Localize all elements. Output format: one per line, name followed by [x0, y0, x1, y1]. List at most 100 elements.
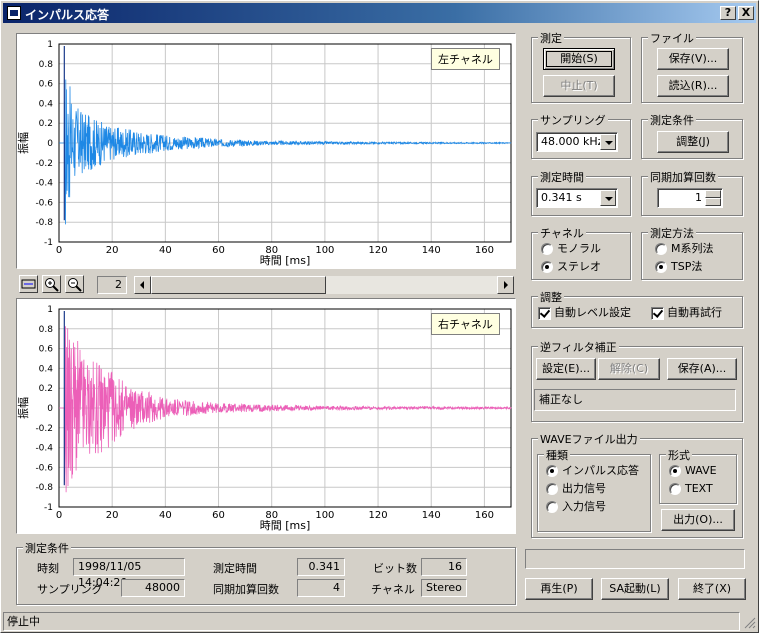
channel-title: チャネル — [538, 225, 586, 241]
auto-level-checkbox[interactable]: 自動レベル設定 — [536, 306, 631, 322]
x-tick-label: 0 — [56, 245, 62, 256]
output-signal-radio[interactable]: 出力信号 — [544, 482, 606, 498]
sampling-title: サンプリング — [538, 112, 608, 128]
filter-status: 補正なし — [534, 389, 736, 411]
plot-area: 10.80.60.40.20-0.2-0.4-0.6-0.8-10 20 40 60 8… — [16, 40, 512, 267]
page-number-field[interactable]: 2 — [97, 276, 127, 294]
radio-icon[interactable] — [669, 483, 681, 495]
meas-time-select-value: 0.341 s — [541, 191, 582, 204]
horizontal-scrollbar[interactable] — [134, 276, 514, 294]
filter-save-button[interactable]: 保存(A)... — [667, 358, 737, 380]
radio-icon[interactable] — [546, 483, 558, 495]
x-tick-label: 120 — [369, 245, 388, 256]
auto-level-label: 自動レベル設定 — [554, 306, 631, 319]
x-tick-label: 60 — [212, 510, 225, 521]
y-tick-label: 0 — [47, 139, 53, 149]
meas-time-select[interactable]: 0.341 s — [536, 188, 618, 208]
scroll-right-icon[interactable] — [497, 276, 514, 294]
sa-launch-button[interactable]: SA起動(L) — [601, 578, 669, 600]
x-tick-label: 0 — [56, 510, 62, 521]
x-tick-label: 60 — [212, 245, 225, 256]
chevron-down-icon[interactable] — [600, 190, 616, 206]
window-title: インパルス応答 — [25, 8, 110, 22]
radio-icon[interactable] — [546, 501, 558, 513]
exit-button[interactable]: 終了(X) — [678, 578, 746, 600]
adjust-button[interactable]: 調整(J) — [657, 131, 729, 153]
wave-output-button[interactable]: 出力(O)... — [661, 509, 735, 531]
sync-count-label: 同期加算回数 — [213, 583, 279, 596]
y-tick-label: 0.8 — [39, 325, 54, 335]
chevron-down-icon[interactable] — [600, 134, 616, 150]
play-button[interactable]: 再生(P) — [525, 578, 593, 600]
stop-button[interactable]: 中止(T) — [543, 75, 615, 97]
auto-retry-checkbox[interactable]: 自動再試行 — [649, 306, 722, 322]
y-tick-label: -0.6 — [35, 463, 53, 473]
title-bar[interactable]: インパルス応答 ? X — [3, 3, 756, 23]
zoom-out-icon[interactable] — [65, 275, 84, 293]
y-tick-label: 0 — [47, 404, 53, 414]
spin-down-icon[interactable] — [705, 198, 721, 206]
radio-icon[interactable] — [541, 261, 553, 273]
m-sequence-radio[interactable]: M系列法 — [653, 242, 714, 258]
impulse-label: インパルス応答 — [562, 464, 639, 477]
sampling-select[interactable]: 48.000 kHz — [536, 132, 618, 152]
start-button[interactable]: 開始(S) — [543, 48, 615, 70]
sync-count-input-value: 1 — [695, 191, 702, 204]
radio-icon[interactable] — [655, 261, 667, 273]
plot-area: 10.80.60.40.20-0.2-0.4-0.6-0.8-10 20 40 60 8… — [16, 305, 512, 532]
wave-output-title: WAVEファイル出力 — [538, 431, 640, 447]
radio-icon[interactable] — [655, 243, 667, 255]
help-button[interactable]: ? — [720, 6, 736, 20]
mono-radio[interactable]: モノラル — [539, 242, 601, 258]
auto-retry-label: 自動再試行 — [667, 306, 722, 319]
file-load-button[interactable]: 読込(R)... — [657, 75, 729, 97]
checkbox-icon[interactable] — [538, 307, 551, 320]
wave-format-title: 形式 — [666, 447, 692, 463]
resize-grip-icon[interactable] — [742, 615, 756, 629]
zoom-in-icon[interactable] — [42, 275, 61, 293]
sync-title: 同期加算回数 — [648, 169, 718, 185]
left-channel-plot[interactable]: 1 0.8 0.6 0.4 0.2 0 -0.2 -0.4 -0.6 -0.8 -1 0 20 40 60 8… — [16, 33, 516, 269]
wave-kind-title: 種類 — [544, 447, 570, 463]
file-save-button[interactable]: 保存(V)... — [657, 48, 729, 70]
left-channel-label: 左チャネル — [431, 48, 500, 70]
y-tick-label: -0.4 — [35, 444, 53, 454]
fit-width-icon[interactable] — [19, 275, 38, 293]
scroll-thumb[interactable] — [151, 276, 326, 294]
tsp-radio[interactable]: TSP法 — [653, 260, 702, 276]
y-tick-label: 0.2 — [39, 119, 53, 129]
status-bar: 停止中 — [3, 612, 756, 631]
x-axis-label: 時間 [ms] — [260, 254, 311, 267]
filter-cancel-button[interactable]: 解除(C) — [598, 358, 660, 380]
right-channel-plot[interactable]: 1 0.8 0.6 0.4 0.2 0 -0.2 -0.4 -0.6 -0.8 -1 0 20 40 60 8… — [16, 298, 516, 534]
sampling-label: サンプリング — [37, 583, 103, 596]
radio-icon[interactable] — [546, 465, 558, 477]
input-signal-radio[interactable]: 入力信号 — [544, 500, 606, 516]
y-tick-label: 0.6 — [39, 345, 54, 355]
scroll-left-icon[interactable] — [134, 276, 151, 294]
main-window: インパルス応答 ? X 1 0.8 0.6 0.4 0.2 0 -0.2 -0.4 -0.6 -0… — [0, 0, 759, 633]
spin-up-icon[interactable] — [705, 190, 721, 198]
stereo-label: ステレオ — [557, 260, 601, 273]
y-tick-label: 0.2 — [39, 384, 53, 394]
y-tick-label: -0.2 — [35, 159, 53, 169]
channel-info-value: Stereo — [421, 579, 467, 597]
text-format-radio[interactable]: TEXT — [667, 482, 713, 498]
y-tick-label: -1 — [44, 503, 53, 513]
x-tick-label: 100 — [315, 245, 334, 256]
channel-info-label: チャネル — [371, 583, 415, 596]
checkbox-icon[interactable] — [651, 307, 664, 320]
wave-format-label: WAVE — [685, 464, 717, 477]
radio-icon[interactable] — [541, 243, 553, 255]
sampling-select-value: 48.000 kHz — [541, 135, 604, 148]
y-tick-label: 0.6 — [39, 80, 54, 90]
output-signal-label: 出力信号 — [562, 482, 606, 495]
wave-format-radio[interactable]: WAVE — [667, 464, 717, 480]
stereo-radio[interactable]: ステレオ — [539, 260, 601, 276]
radio-icon[interactable] — [669, 465, 681, 477]
impulse-radio[interactable]: インパルス応答 — [544, 464, 639, 480]
filter-set-button[interactable]: 設定(E)... — [536, 358, 596, 380]
sync-count-input[interactable]: 1 — [657, 188, 723, 208]
close-button[interactable]: X — [738, 6, 754, 20]
measure-title: 測定 — [538, 30, 564, 46]
